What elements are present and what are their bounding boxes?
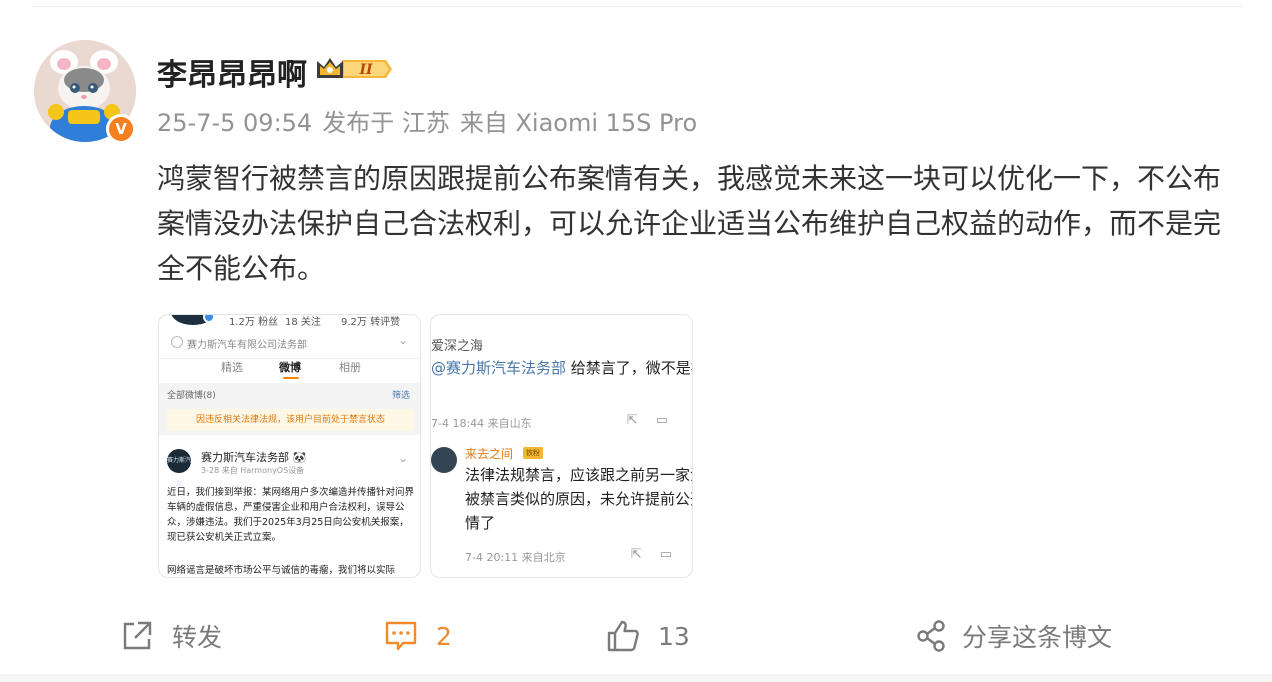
img2-reply-meta: 7-4 20:11 来自北京	[465, 551, 566, 564]
like-button[interactable]: 13	[606, 618, 690, 654]
img1-tab-weibo: 微博	[279, 361, 301, 374]
img1-post-author: 赛力斯汽车法务部 🐼	[201, 449, 306, 465]
share-button[interactable]: 分享这条博文	[914, 618, 1112, 654]
img2-reply: 来去之间 铁粉 法律法规禁言，应该跟之前另一家法务被禁言类似的原因，未允许提前公…	[431, 441, 692, 577]
img1-stat-engagement: 9.2万 转评赞	[341, 317, 401, 328]
repost-icon	[123, 621, 152, 650]
vip-crown-badge-icon[interactable]: II	[314, 54, 392, 88]
img2-reply-share-icon: ⇱	[630, 547, 660, 562]
img1-ban-notice: 因违反相关法律法规，该用户目前处于禁言状态	[167, 409, 414, 431]
post-image-2[interactable]: 爱深之海 @赛力斯汽车法务部 给禁言了，微不是疯了 7-4 18:44 来自山东…	[430, 314, 693, 578]
img1-tab-album: 相册	[339, 361, 361, 374]
img1-post-meta: 3-28 来自 HarmonyOS设备	[201, 466, 305, 475]
img1-post-body-cont: 网络谣言是破坏市场公平与诚信的毒瘤，我们将以实际	[167, 565, 396, 576]
img1-filter-row: 全部微博(8) 筛选	[159, 385, 420, 403]
img2-comment-body: 给禁言了，微不是疯了	[570, 359, 692, 377]
img1-tab-underline	[283, 377, 299, 379]
img1-verified-icon	[203, 315, 215, 323]
share-label: 分享这条博文	[962, 623, 1113, 652]
img1-post-avatar: 赛力斯汽车	[167, 449, 191, 488]
img1-chevron-down-icon: ⌄	[397, 333, 408, 347]
verified-badge-icon: V	[106, 114, 136, 144]
verified-mark: V	[115, 120, 127, 138]
img2-reply-avatar	[431, 447, 457, 473]
post-author-name[interactable]: 李昂昂昂啊	[157, 50, 307, 94]
post-image-1[interactable]: 1.2万 粉丝 18 关注 9.2万 转评赞 赛力斯汽车有限公司法务部 ⌄ 精选…	[158, 314, 421, 578]
img1-panda-emoji: 🐼	[292, 451, 307, 464]
like-count: 13	[658, 621, 690, 651]
img2-reply-actions: ⇱▭	[631, 547, 690, 562]
img2-share-icon: ⇱	[626, 413, 656, 428]
thumbs-up-icon	[607, 620, 639, 652]
img2-reply-comment-icon: ▭	[659, 547, 690, 562]
post-body-text: 鸿蒙智行被禁言的原因跟提前公布案情有关，我感觉未来这一块可以优化一下，不公布案情…	[157, 162, 1222, 285]
img1-company-name: 赛力斯汽车有限公司法务部	[187, 340, 307, 351]
img1-company-icon	[171, 336, 183, 348]
share-icon	[917, 620, 945, 652]
post-source: 来自 Xiaomi 15S Pro	[459, 109, 698, 137]
img1-all-posts-count: 全部微博(8)	[167, 391, 216, 401]
img2-mention: @赛力斯汽车法务部	[431, 359, 567, 377]
img1-company-row: 赛力斯汽车有限公司法务部 ⌄	[159, 331, 420, 359]
post-actions-bar: 转发 2 13 分享这条博文	[0, 606, 1272, 666]
repost-label: 转发	[172, 623, 223, 652]
bottom-divider	[0, 674, 1272, 682]
img2-reply-text: 法律法规禁言，应该跟之前另一家法务被禁言类似的原因，未允许提前公开案情了	[465, 466, 692, 532]
img2-comment-icon: ▭	[655, 413, 686, 428]
img1-stat-fans: 1.2万 粉丝	[229, 317, 279, 328]
img1-tab-featured: 精选	[221, 361, 243, 374]
img2-comment-actions: ⇱▭	[627, 413, 686, 428]
comment-button[interactable]: 2	[384, 618, 452, 654]
img1-filter-button: 筛选	[391, 391, 410, 401]
post-meta: 25-7-5 09:54 发布于 江苏 来自 Xiaomi 15S Pro	[157, 103, 707, 138]
img1-stat-follow: 18 关注	[285, 317, 321, 328]
repost-button[interactable]: 转发	[120, 618, 222, 654]
comment-icon	[385, 621, 417, 651]
img1-post-body: 近日，我们接到举报：某网络用户多次编造并传播针对问界车辆的虚假信息，严重侵害企业…	[167, 487, 415, 543]
img2-reply-name: 来去之间	[465, 447, 514, 461]
img1-post-author-name: 赛力斯汽车法务部	[201, 451, 289, 464]
img1-post-header: 赛力斯汽车 赛力斯汽车法务部 🐼 3-28 来自 HarmonyOS设备 ⌄	[159, 445, 420, 488]
vip-level-text: II	[358, 62, 373, 78]
img1-post-chevron-icon: ⌄	[397, 451, 408, 465]
img2-commenter-name: 爱深之海	[431, 339, 484, 354]
img2-reply-badge: 铁粉	[523, 447, 543, 459]
top-divider	[32, 6, 1242, 7]
img2-comment-text: @赛力斯汽车法务部 给禁言了，微不是疯了	[431, 357, 692, 380]
comment-count: 2	[436, 621, 452, 651]
post-time[interactable]: 25-7-5 09:54	[157, 109, 312, 137]
img1-tabs: 精选 微博 相册	[159, 359, 420, 383]
post-location: 发布于 江苏	[322, 109, 450, 137]
